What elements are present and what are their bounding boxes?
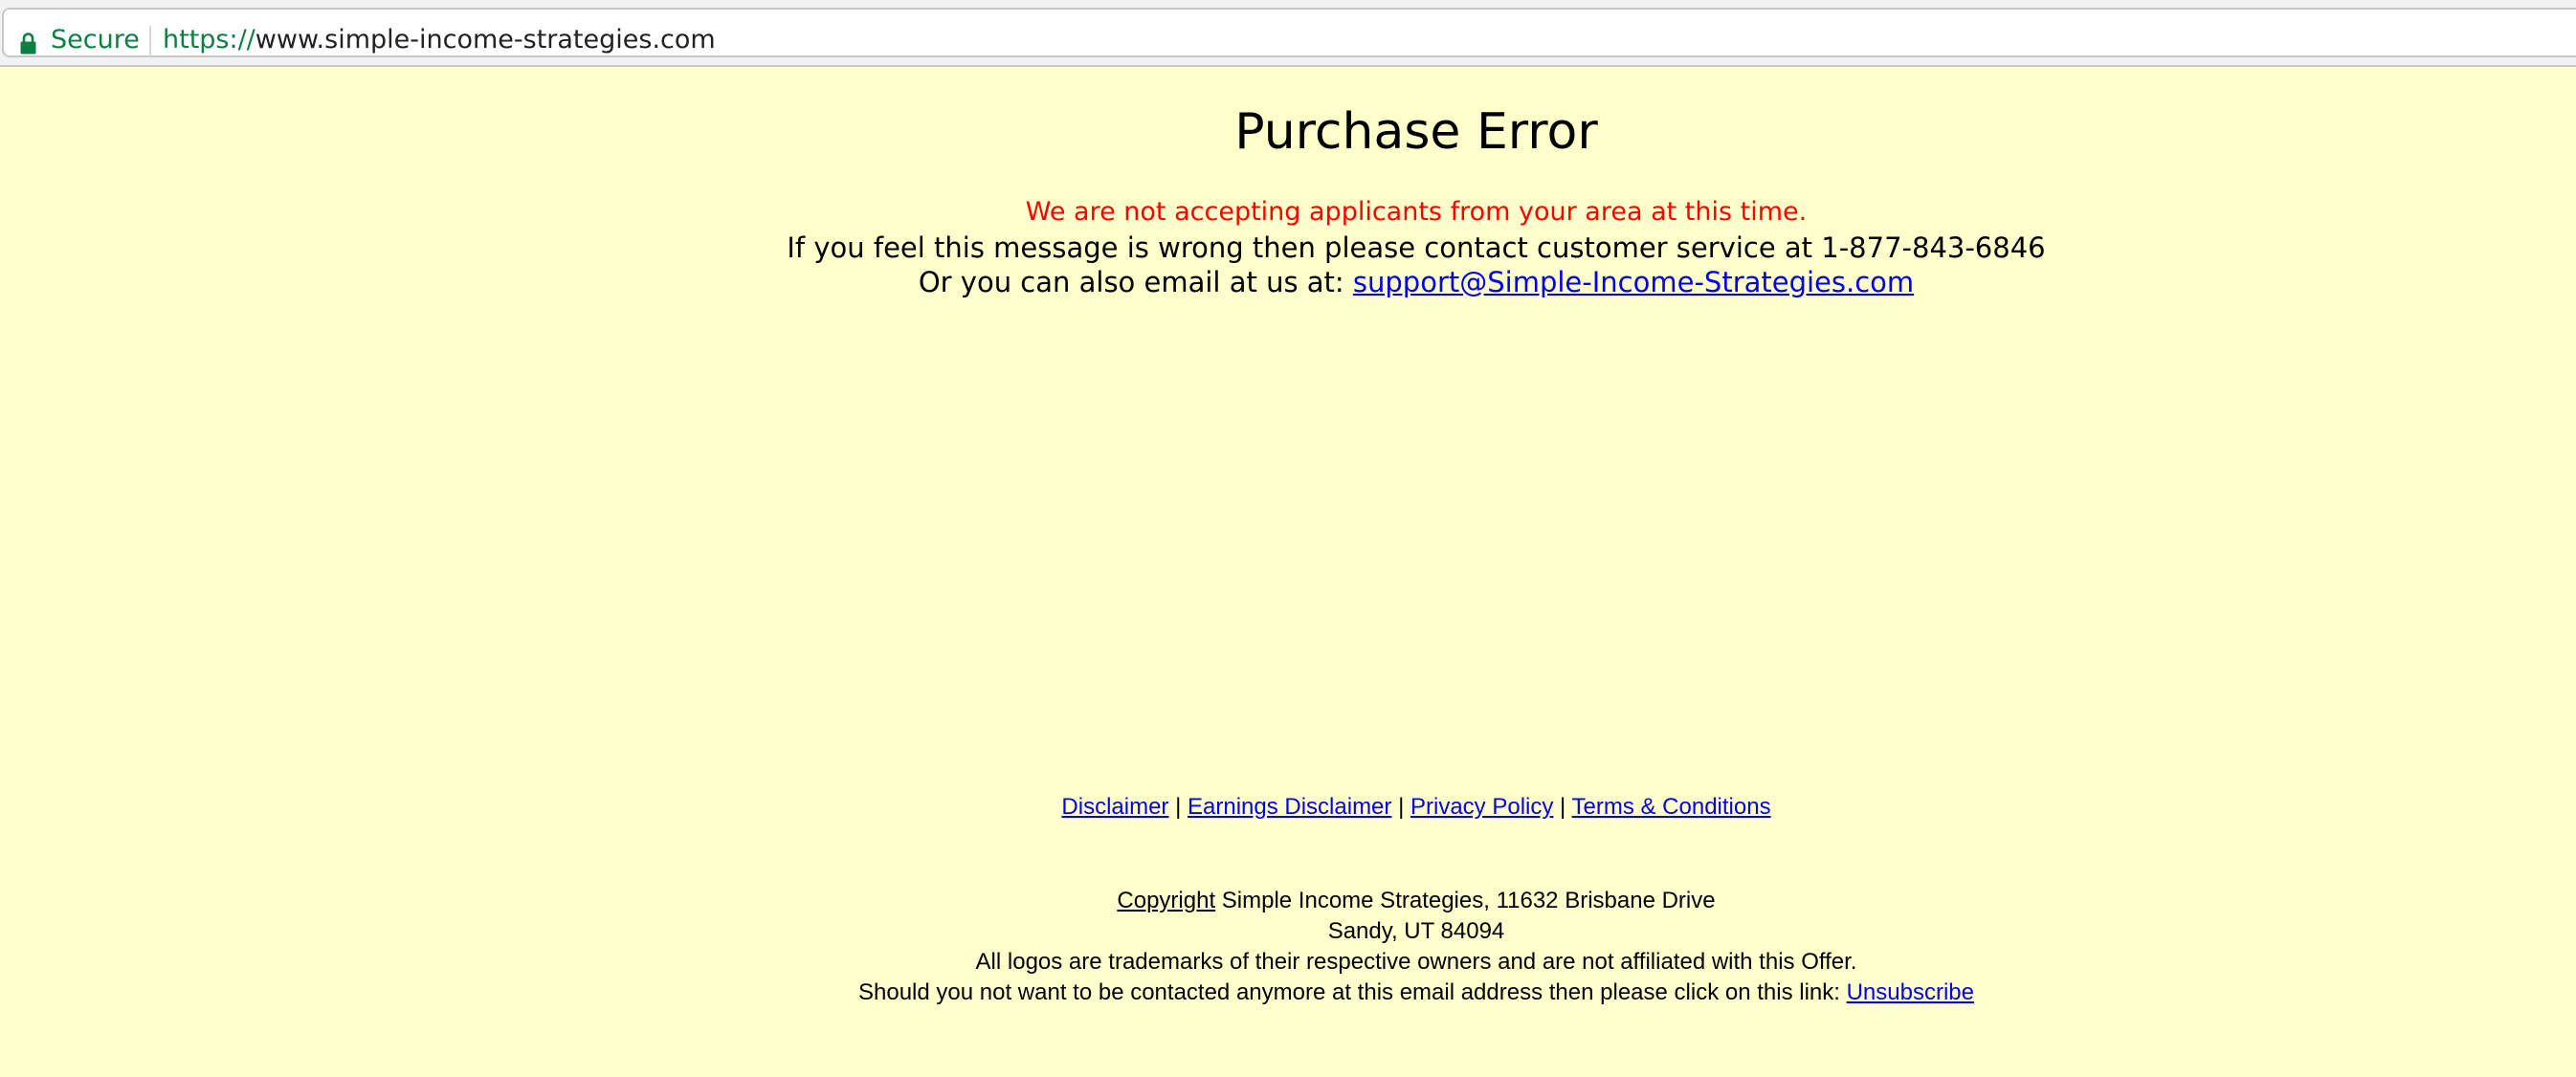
contact-line: If you feel this message is wrong then p… bbox=[787, 231, 2046, 264]
page-content: Purchase Error We are not accepting appl… bbox=[0, 69, 2576, 1077]
url-scheme: https:// bbox=[163, 25, 255, 55]
footer-links: Disclaimer | Earnings Disclaimer | Priva… bbox=[0, 794, 2576, 821]
footer: Copyright Simple Income Strategies, 1163… bbox=[0, 886, 2576, 1008]
secure-label[interactable]: Secure bbox=[51, 25, 140, 55]
unsubscribe-line: Should you not want to be contacted anym… bbox=[0, 978, 2576, 1008]
omnibox-divider bbox=[149, 26, 151, 56]
page-title: Purchase Error bbox=[1234, 103, 1598, 161]
link-separator: | bbox=[1560, 794, 1566, 820]
unsubscribe-text: Should you not want to be contacted anym… bbox=[858, 979, 1840, 1005]
email-line: Or you can also email at us at: support@… bbox=[0, 266, 2576, 298]
unsubscribe-link[interactable]: Unsubscribe bbox=[1847, 979, 1974, 1005]
lock-icon bbox=[20, 33, 36, 55]
url-host: www.simple-income-strategies.com bbox=[255, 25, 716, 55]
privacy-policy-link[interactable]: Privacy Policy bbox=[1410, 794, 1553, 820]
earnings-disclaimer-link[interactable]: Earnings Disclaimer bbox=[1188, 794, 1391, 820]
disclaimer-link[interactable]: Disclaimer bbox=[1061, 794, 1168, 820]
email-prefix: Or you can also email at us at: bbox=[918, 266, 1344, 298]
link-separator: | bbox=[1398, 794, 1405, 820]
link-separator: | bbox=[1175, 794, 1182, 820]
browser-address-bar: Secure https://www.simple-income-strateg… bbox=[0, 0, 2576, 67]
support-email-link[interactable]: support@Simple-Income-Strategies.com bbox=[1353, 266, 1914, 298]
terms-conditions-link[interactable]: Terms & Conditions bbox=[1572, 794, 1771, 820]
url-text[interactable]: https://www.simple-income-strategies.com bbox=[163, 25, 716, 55]
address-line-2: Sandy, UT 84094 bbox=[1327, 918, 1505, 944]
error-message: We are not accepting applicants from you… bbox=[1025, 197, 1808, 227]
copyright-line: Copyright Simple Income Strategies, 1163… bbox=[0, 886, 2576, 916]
address-line-1: Simple Income Strategies, 11632 Brisbane… bbox=[1221, 888, 1716, 913]
trademark-notice: All logos are trademarks of their respec… bbox=[975, 949, 1857, 975]
omnibox[interactable]: Secure https://www.simple-income-strateg… bbox=[2, 8, 2576, 57]
copyright-link[interactable]: Copyright bbox=[1117, 888, 1215, 913]
